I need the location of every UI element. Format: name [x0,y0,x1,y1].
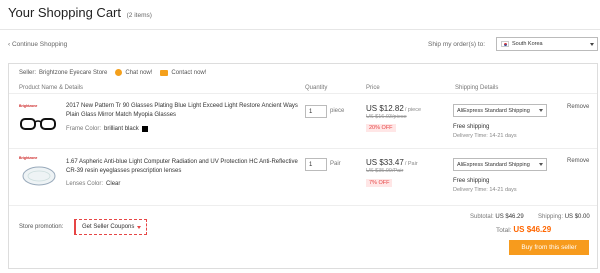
ship-to-label: Ship my order(s) to: [428,41,486,48]
seller-label: Seller: [19,69,37,76]
col-shipping: Shipping Details [455,85,499,91]
remove-button-2[interactable]: Remove [567,158,589,164]
subtotal-value: US $46.29 [495,214,524,220]
attr-label: Frame Color: [66,126,102,132]
delivery-time-2: Delivery Time: 14-21 days [453,187,517,193]
shipping-fee-1: Free shipping [453,124,490,130]
product-attr-1: Frame Color: brilliant black [66,126,148,132]
shipping-method: AliExpress Standard Shipping [457,107,530,114]
continue-shopping-link[interactable]: ‹ Continue Shopping [8,41,67,48]
shipping-total: Shipping: US $0.00 [538,214,590,220]
seller-name-link[interactable]: Brightzone Eyecare Store [39,70,107,76]
page-title: Your Shopping Cart (2 items) [8,5,152,20]
price-1: US $12.82/ piece [366,104,421,113]
product-thumbnail-lens[interactable]: Brightzone [19,156,59,196]
quantity-input-2[interactable]: 1 [305,158,327,171]
price-per: / piece [404,107,422,113]
shipping-select-2[interactable]: AliExpress Standard Shipping [453,158,547,171]
ship-country-value: South Korea [512,41,543,47]
shipping-select-1[interactable]: AliExpress Standard Shipping [453,104,547,117]
color-swatch [141,126,148,132]
attr-value: Clear [106,181,121,187]
discount-badge-1: 20% OFF [366,124,396,132]
mail-icon [160,69,169,76]
seller-row: Seller: Brightzone Eyecare Store Chat no… [19,69,206,76]
product-name-link-2[interactable]: 1.67 Aspheric Anti-blue Light Computer R… [66,158,298,175]
header-divider [0,29,600,30]
lens-icon [22,166,56,186]
quantity-unit-1: piece [330,108,345,114]
seller-coupons-dropdown[interactable]: Get Seller Coupons [74,219,147,235]
old-price-2: US $35.99/Pair [366,168,404,174]
cart-title: Your Shopping Cart [8,5,121,20]
row-divider [9,148,597,149]
shipping-method: AliExpress Standard Shipping [457,161,530,168]
row-divider [9,205,597,206]
price-2: US $33.47/ Pair [366,158,418,167]
product-name-link-1[interactable]: 2017 New Pattern Tr 90 Glasses Plating B… [66,102,298,119]
chevron-down-icon [539,109,543,112]
continue-shopping-label: Continue Shopping [11,41,68,48]
price-per: / Pair [404,161,418,167]
subtotal: Subtotal: US $46.29 [470,214,524,220]
contact-now-link[interactable]: Contact now! [171,70,206,76]
chat-icon [115,69,123,76]
delivery-time-1: Delivery Time: 14-21 days [453,133,517,139]
quantity-unit-2: Pair [330,161,341,167]
coupon-label: Get Seller Coupons [82,224,135,230]
col-price: Price [366,85,380,91]
old-price-1: US $16.03/piece [366,114,407,120]
chat-now-link[interactable]: Chat now! [125,70,152,76]
total-label: Total: [496,227,512,234]
item-count: (2 items) [126,12,152,19]
chevron-down-icon [539,163,543,166]
chevron-down-icon [137,226,141,229]
chevron-down-icon [590,43,594,46]
col-product: Product Name & Details [19,85,84,91]
ship-country-select[interactable]: South Korea [496,37,598,51]
shipping-fee-2: Free shipping [453,178,490,184]
discount-badge-2: 7% OFF [366,179,393,187]
buy-from-seller-button[interactable]: Buy from this seller [509,240,589,255]
quantity-input-1[interactable]: 1 [305,105,327,118]
subtotal-label: Subtotal: [470,214,494,220]
attr-value: brilliant black [104,126,139,132]
product-thumbnail-glasses[interactable]: Brightzone [19,104,59,144]
header-line [9,93,597,94]
shipping-total-label: Shipping: [538,214,564,220]
shipping-total-value: US $0.00 [564,214,590,220]
order-total: Total: US $46.29 [496,225,551,234]
total-value: US $46.29 [513,225,552,234]
col-quantity: Quantity [305,85,328,91]
remove-button-1[interactable]: Remove [567,104,589,110]
korea-flag-icon [501,41,509,47]
glasses-icon [20,118,56,130]
price-value: US $12.82 [366,104,404,113]
attr-label: Lenses Color: [66,181,104,187]
store-promotion-label: Store promotion: [19,224,64,230]
price-value: US $33.47 [366,158,404,167]
product-attr-2: Lenses Color: Clear [66,181,120,187]
